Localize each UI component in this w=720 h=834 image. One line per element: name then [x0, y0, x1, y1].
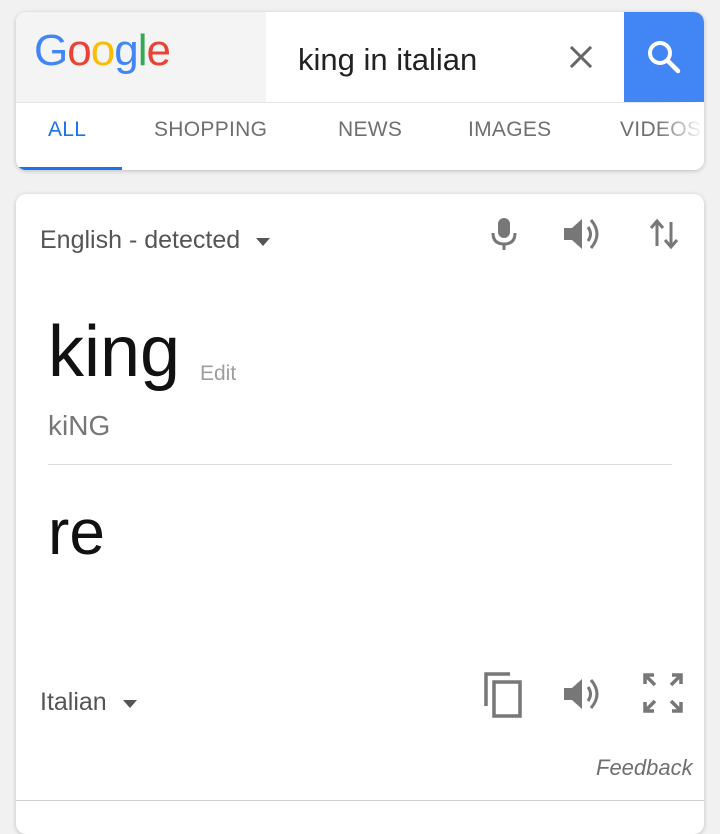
speaker-icon — [564, 219, 599, 249]
copy-button[interactable] — [480, 668, 528, 722]
search-header-card: Google king in italian ALL SHOPPING NEWS… — [16, 12, 704, 170]
translated-text: re — [48, 496, 105, 568]
search-button[interactable] — [624, 12, 704, 102]
source-text[interactable]: king — [48, 316, 180, 388]
logo-area[interactable]: Google — [16, 12, 266, 102]
pronunciation: kiNG — [48, 410, 111, 441]
tab-shopping[interactable]: SHOPPING — [154, 118, 267, 142]
tab-images[interactable]: IMAGES — [468, 118, 551, 142]
swap-languages-icon — [649, 218, 679, 250]
chevron-down-icon — [122, 700, 137, 708]
search-input[interactable]: king in italian — [298, 42, 477, 78]
target-language-label: Italian — [40, 688, 107, 716]
target-language-select[interactable]: Italian — [40, 688, 137, 717]
fullscreen-button[interactable] — [640, 670, 686, 716]
tab-all[interactable]: ALL — [48, 118, 86, 142]
tab-videos[interactable]: VIDEOS — [620, 118, 701, 142]
speaker-icon — [564, 679, 599, 709]
close-icon — [569, 45, 593, 69]
clear-button[interactable] — [556, 32, 606, 82]
search-bar: Google king in italian — [16, 12, 704, 103]
copy-icon — [484, 672, 522, 718]
source-language-select[interactable]: English - detected — [40, 226, 271, 255]
swap-languages-button[interactable] — [642, 212, 686, 256]
source-language-label: English - detected — [40, 226, 241, 254]
search-icon — [648, 41, 681, 74]
search-tabs: ALL SHOPPING NEWS IMAGES VIDEOS — [16, 102, 704, 170]
translate-card: English - detected king Edit kiNG re Ita… — [16, 194, 704, 834]
microphone-icon — [491, 218, 517, 250]
listen-source-button[interactable] — [559, 212, 607, 256]
active-tab-indicator — [18, 167, 122, 170]
tab-news[interactable]: NEWS — [338, 118, 402, 142]
voice-input-button[interactable] — [482, 212, 526, 256]
chevron-down-icon — [256, 238, 271, 246]
feedback-link[interactable]: Feedback — [596, 755, 693, 781]
listen-translation-button[interactable] — [559, 672, 607, 716]
divider — [48, 464, 672, 465]
fullscreen-icon — [643, 673, 683, 713]
edit-link[interactable]: Edit — [200, 362, 236, 386]
page-bottom-divider — [16, 800, 704, 801]
google-logo[interactable]: Google — [34, 26, 171, 76]
